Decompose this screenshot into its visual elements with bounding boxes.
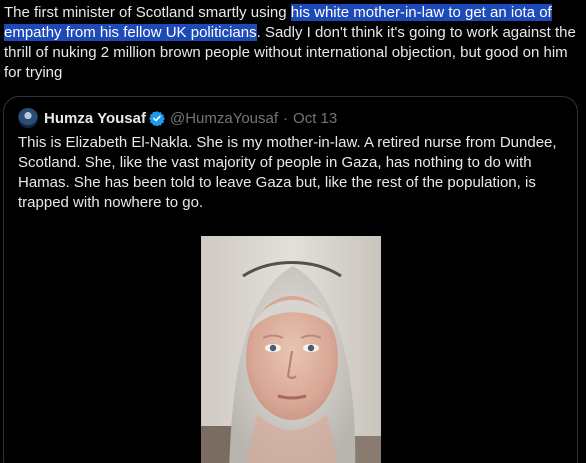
post-text-start: The first minister of Scotland smartly u… [4, 4, 291, 21]
verified-badge-icon [149, 111, 165, 126]
author-display-name[interactable]: Humza Yousaf [44, 110, 146, 127]
quoted-tweet-text: This is Elizabeth El-Nakla. She is my mo… [18, 134, 557, 211]
separator-dot: · [283, 109, 289, 127]
quoted-tweet-card[interactable]: Humza Yousaf @HumzaYousaf · Oct 13 This … [3, 96, 578, 463]
author-handle[interactable]: @HumzaYousaf [170, 110, 278, 127]
post-text: The first minister of Scotland smartly u… [4, 3, 586, 83]
post-date[interactable]: Oct 13 [293, 110, 337, 127]
video-thumbnail[interactable] [201, 236, 381, 463]
quoted-tweet-header: Humza Yousaf @HumzaYousaf · Oct 13 [18, 108, 337, 128]
avatar[interactable] [18, 108, 38, 128]
portrait-image [201, 236, 381, 463]
